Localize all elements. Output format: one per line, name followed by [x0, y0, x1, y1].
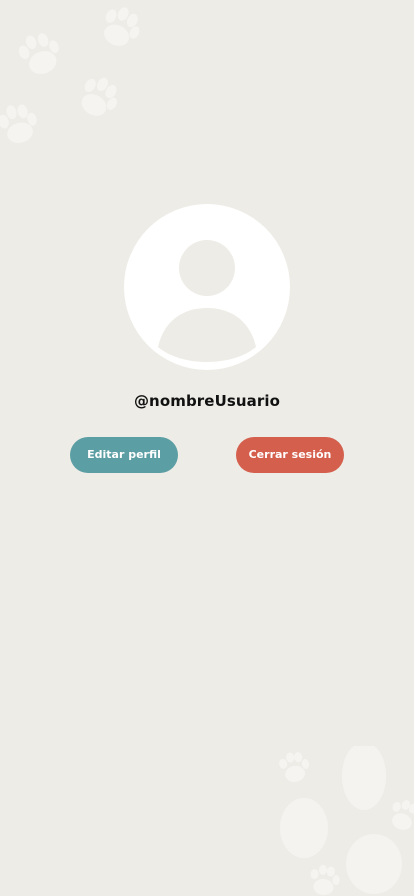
- paw-print-icon: [81, 77, 118, 116]
- user-silhouette-icon: [158, 240, 256, 362]
- profile-username: @nombreUsuario: [133, 392, 281, 410]
- paw-print-icon: [392, 800, 414, 830]
- logout-button[interactable]: Cerrar sesión: [236, 437, 344, 473]
- paw-print-icon: [0, 104, 37, 143]
- profile-avatar: [124, 204, 290, 370]
- edit-profile-button[interactable]: Editar perfil: [70, 437, 178, 473]
- paw-print-icon: [104, 7, 140, 46]
- paw-prints-decoration-top: [0, 7, 140, 143]
- paw-print-icon: [279, 752, 310, 782]
- paw-prints-decoration-bottom: [279, 746, 414, 895]
- paw-print-icon: [310, 864, 340, 895]
- paw-print-icon: [18, 33, 59, 74]
